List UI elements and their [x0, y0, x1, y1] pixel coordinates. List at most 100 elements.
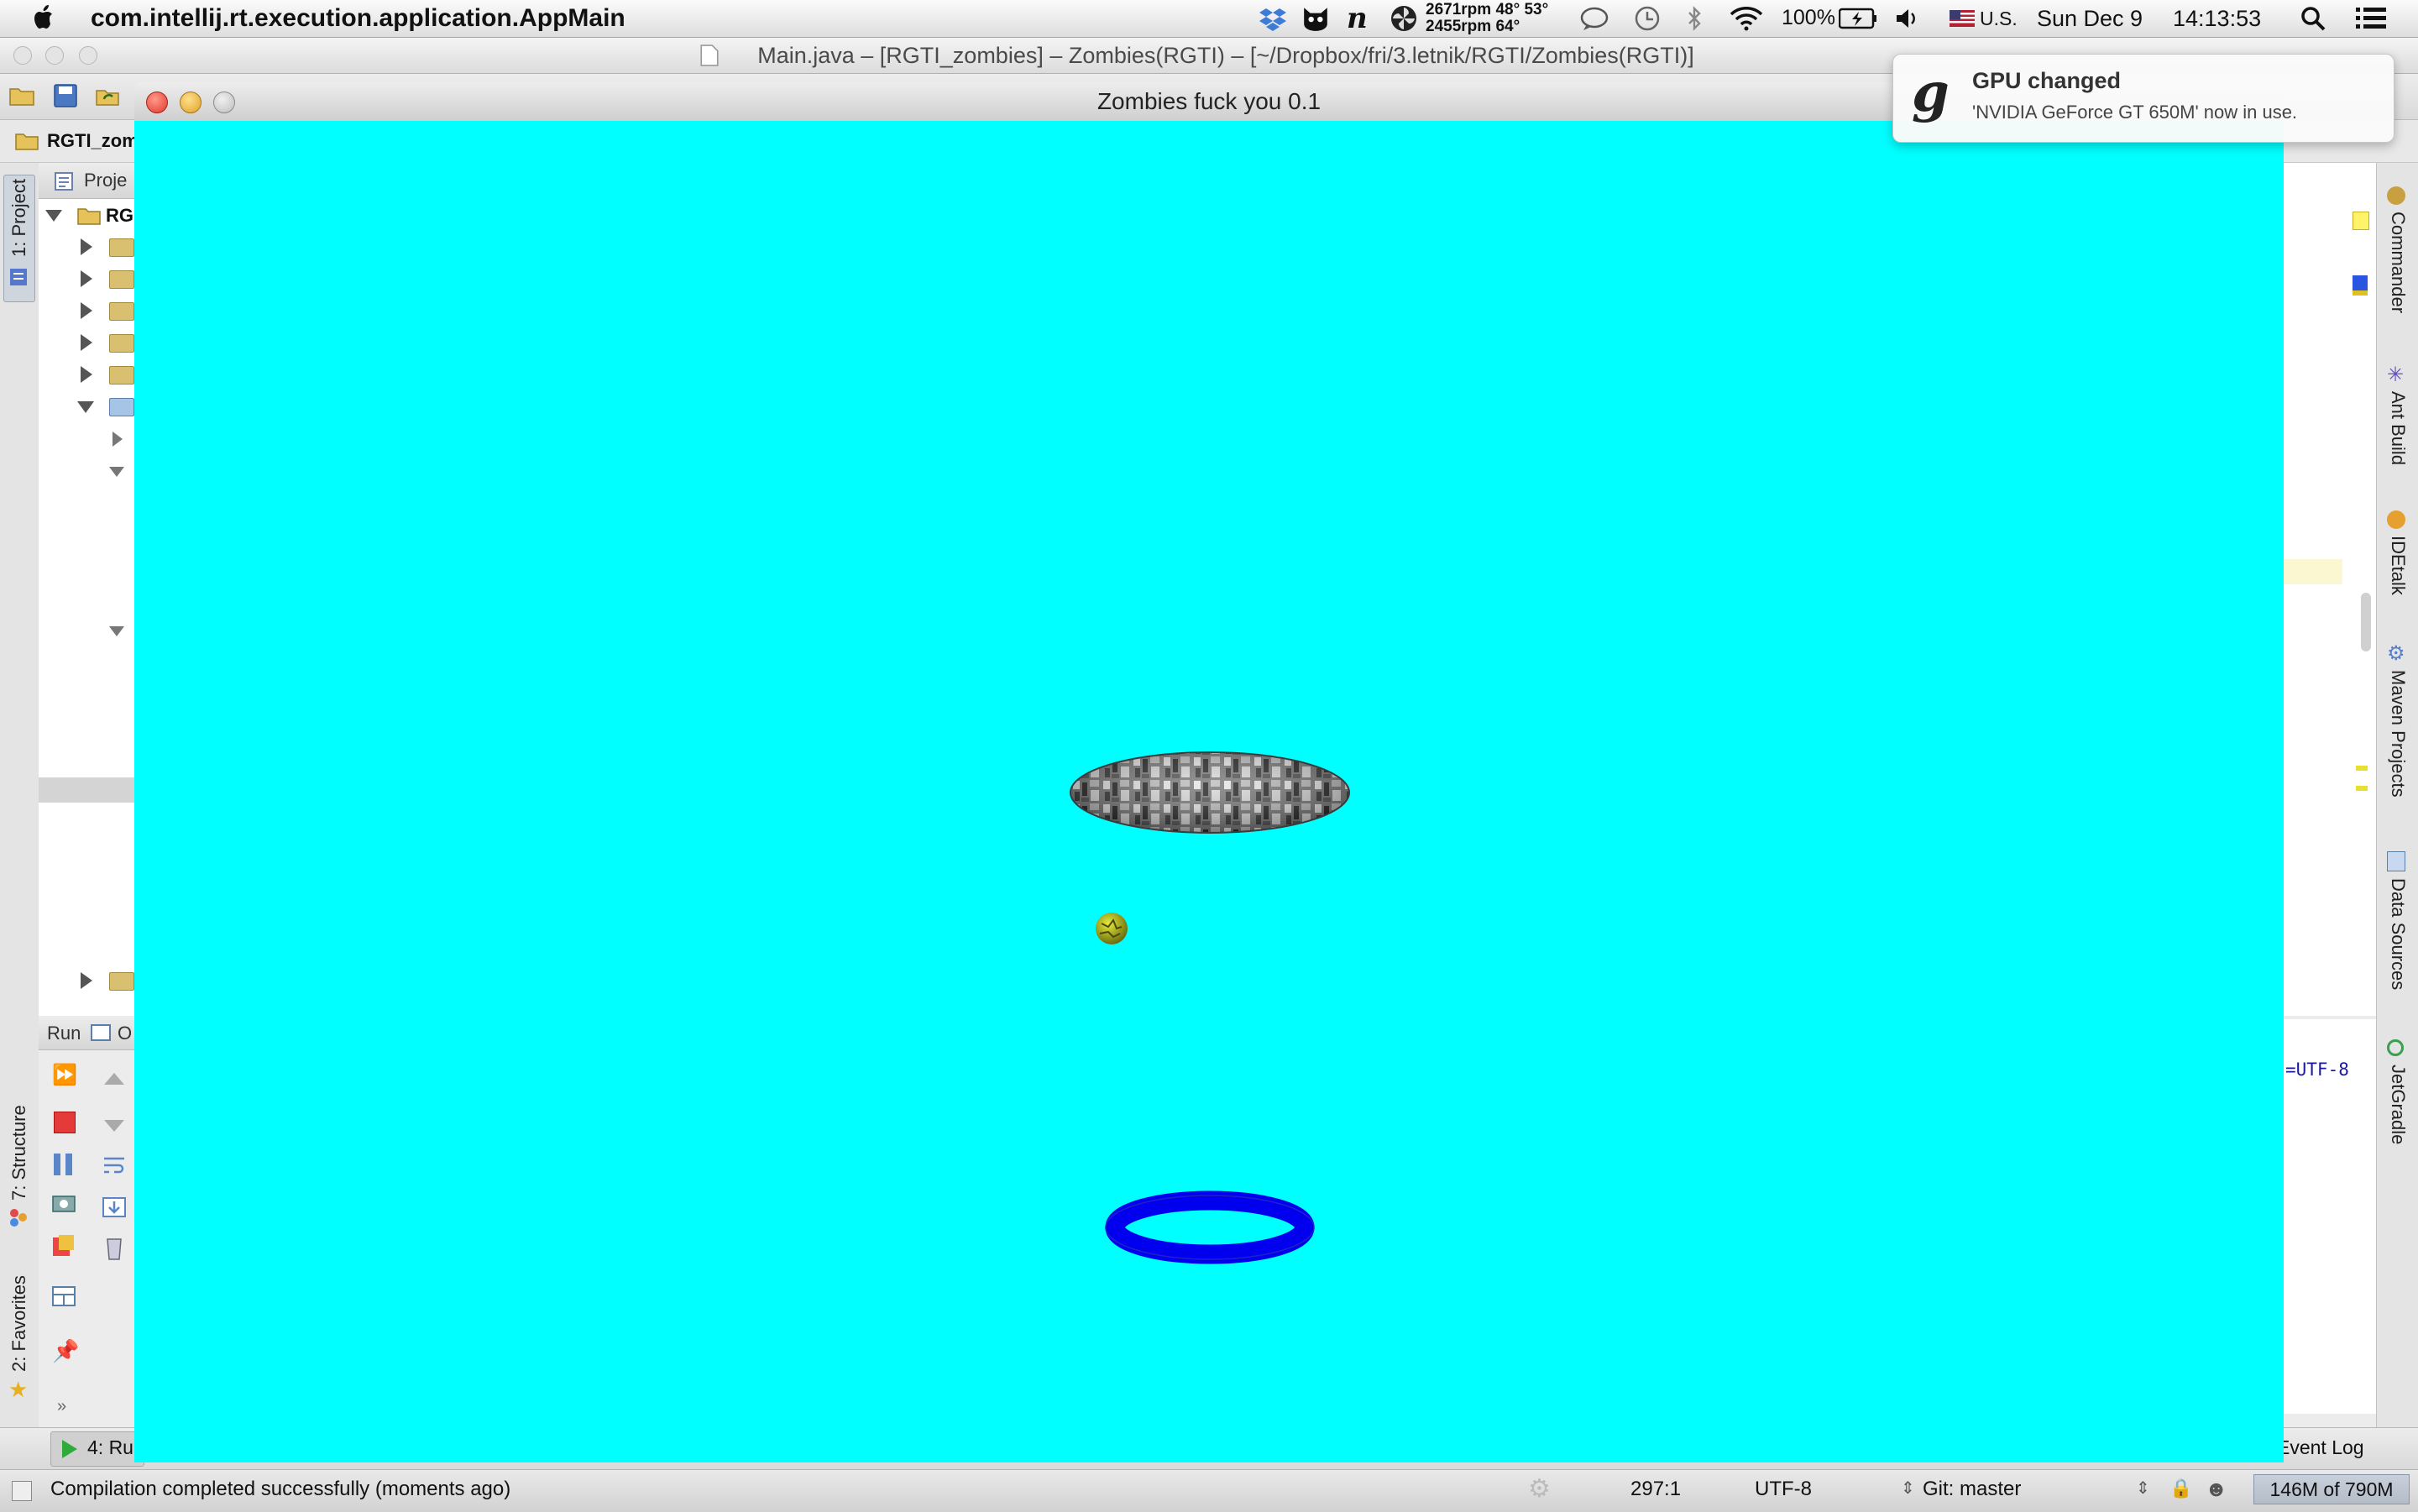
ide-close-button[interactable]: [13, 46, 32, 65]
open-folder-icon: [109, 398, 134, 416]
fan-icon[interactable]: [1390, 5, 1417, 32]
file-encoding[interactable]: UTF-8: [1755, 1478, 1812, 1501]
soft-wrap-icon[interactable]: [102, 1155, 126, 1175]
game-canvas[interactable]: [134, 121, 2284, 1462]
ant-build-tool-tab[interactable]: Ant Build: [2387, 391, 2409, 465]
time-machine-icon[interactable]: [1634, 5, 1661, 32]
vcs-dropdown-icon[interactable]: ⇕: [2136, 1478, 2150, 1499]
tree-expand-arrow[interactable]: [81, 334, 92, 351]
layout-icon[interactable]: [52, 1286, 76, 1306]
ant-build-icon: ✳: [2387, 364, 2405, 386]
status-gear-icon[interactable]: ⚙: [1528, 1474, 1551, 1504]
tree-expand-arrow[interactable]: [81, 270, 92, 287]
caret-position[interactable]: 297:1: [1630, 1478, 1681, 1501]
editor-gutter-marker: [2353, 275, 2368, 296]
console-tab-label[interactable]: O: [118, 1023, 132, 1044]
nav-project-name[interactable]: RGTI_zom: [47, 130, 139, 152]
game-zoom-button[interactable]: [213, 92, 235, 113]
cat-icon[interactable]: [1301, 4, 1330, 33]
dump-threads-icon[interactable]: [52, 1234, 76, 1258]
structure-tool-tab[interactable]: 7: Structure: [8, 1105, 30, 1201]
project-root-label[interactable]: RG: [106, 205, 133, 227]
status-panel-toggle[interactable]: [12, 1481, 32, 1501]
ide-minimize-button[interactable]: [45, 46, 64, 65]
sync-icon[interactable]: [94, 82, 121, 109]
folder-icon: [109, 302, 134, 321]
tree-expand-arrow[interactable]: [81, 972, 92, 989]
tree-expand-arrow[interactable]: [45, 210, 62, 222]
clock-time[interactable]: 14:13:53: [2173, 6, 2261, 32]
clear-all-icon[interactable]: [102, 1237, 126, 1261]
blue-ring-object: [1105, 1190, 1315, 1264]
battery-percent[interactable]: 100%: [1782, 6, 1835, 30]
tree-expand-arrow[interactable]: [113, 432, 123, 447]
maven-projects-tool-tab[interactable]: Maven Projects: [2387, 670, 2409, 798]
tree-collapse-arrow[interactable]: [77, 401, 94, 413]
spotlight-search-icon[interactable]: [2300, 6, 2326, 31]
more-actions-icon[interactable]: »: [57, 1397, 66, 1416]
open-folder-icon[interactable]: [8, 82, 35, 109]
read-only-lock-icon[interactable]: 🔒: [2169, 1478, 2192, 1499]
active-app-name[interactable]: com.intellij.rt.execution.application.Ap…: [91, 4, 625, 33]
ide-zoom-button[interactable]: [79, 46, 97, 65]
notes-icon[interactable]: n: [1347, 2, 1368, 35]
project-view-icon: [55, 172, 73, 191]
pin-icon[interactable]: 📌: [52, 1338, 79, 1364]
chat-bubble-icon[interactable]: [1580, 6, 1609, 31]
pause-icon[interactable]: [54, 1154, 74, 1175]
idetalk-tool-tab[interactable]: IDEtalk: [2387, 536, 2409, 595]
camera-icon[interactable]: [52, 1192, 76, 1212]
dropbox-icon[interactable]: [1259, 5, 1286, 32]
project-tool-tab-label: 1: Project: [8, 179, 29, 257]
fan-speed-bottom: 2455rpm 64°: [1426, 18, 1520, 35]
editor-gutter-marker: [2353, 212, 2369, 230]
status-message[interactable]: Compilation completed successfully (mome…: [50, 1478, 510, 1501]
event-log-tool-tab[interactable]: Event Log: [2277, 1436, 2364, 1459]
commander-icon: [2387, 186, 2405, 205]
folder-icon: [109, 270, 134, 289]
game-minimize-button[interactable]: [180, 92, 202, 113]
data-sources-icon: [2387, 851, 2405, 871]
project-view-dropdown[interactable]: Proje: [84, 170, 127, 191]
data-sources-tool-tab[interactable]: Data Sources: [2387, 878, 2409, 990]
structure-icon: [10, 1209, 27, 1227]
fan-speed-top: 2671rpm 48° 53°: [1426, 1, 1549, 18]
encoding-dropdown-icon[interactable]: ⇕: [1901, 1478, 1915, 1499]
project-panel-header: Proje: [39, 163, 139, 199]
project-root-folder-icon: [77, 208, 101, 225]
scroll-to-end-icon[interactable]: [102, 1197, 126, 1217]
tree-expand-arrow[interactable]: [81, 302, 92, 319]
memory-indicator[interactable]: 146M of 790M: [2253, 1474, 2410, 1504]
scroll-down-icon[interactable]: [104, 1120, 124, 1132]
stop-icon[interactable]: [54, 1112, 76, 1133]
battery-icon[interactable]: [1839, 8, 1877, 29]
input-source-label[interactable]: U.S.: [1980, 8, 2018, 30]
us-flag-icon[interactable]: [1950, 10, 1975, 27]
editor-scrollbar-thumb[interactable]: [2361, 593, 2371, 651]
gpu-changed-notification[interactable]: g GPU changed 'NVIDIA GeForce GT 650M' n…: [1892, 54, 2394, 143]
notification-title: GPU changed: [1972, 68, 2122, 93]
vcs-branch[interactable]: Git: master: [1923, 1478, 2021, 1501]
save-icon[interactable]: [52, 82, 79, 109]
tree-expand-arrow[interactable]: [81, 366, 92, 383]
tree-selection-row[interactable]: [39, 777, 139, 803]
commander-tool-tab[interactable]: Commander: [2387, 212, 2409, 313]
rerun-icon[interactable]: ⏩: [52, 1063, 77, 1087]
menu-bar: com.intellij.rt.execution.application.Ap…: [0, 0, 2418, 38]
game-scene: [1070, 751, 1350, 1264]
apple-menu-icon[interactable]: [30, 3, 59, 32]
wifi-icon[interactable]: [1730, 6, 1763, 31]
game-close-button[interactable]: [146, 92, 168, 113]
volume-icon[interactable]: [1894, 6, 1919, 31]
scroll-up-icon[interactable]: [104, 1073, 124, 1085]
tree-collapse-arrow[interactable]: [109, 467, 124, 477]
tree-expand-arrow[interactable]: [81, 238, 92, 255]
jetgradle-tool-tab[interactable]: JetGradle: [2387, 1065, 2409, 1144]
notification-center-icon[interactable]: [2356, 6, 2386, 31]
favorites-tool-tab[interactable]: 2: Favorites: [8, 1275, 30, 1372]
inspector-icon[interactable]: ☻: [2205, 1476, 2227, 1502]
tree-collapse-arrow[interactable]: [109, 626, 124, 636]
clock-date[interactable]: Sun Dec 9: [2037, 6, 2143, 32]
run-panel-header: Run O: [39, 1016, 139, 1050]
bluetooth-icon[interactable]: [1686, 5, 1703, 32]
